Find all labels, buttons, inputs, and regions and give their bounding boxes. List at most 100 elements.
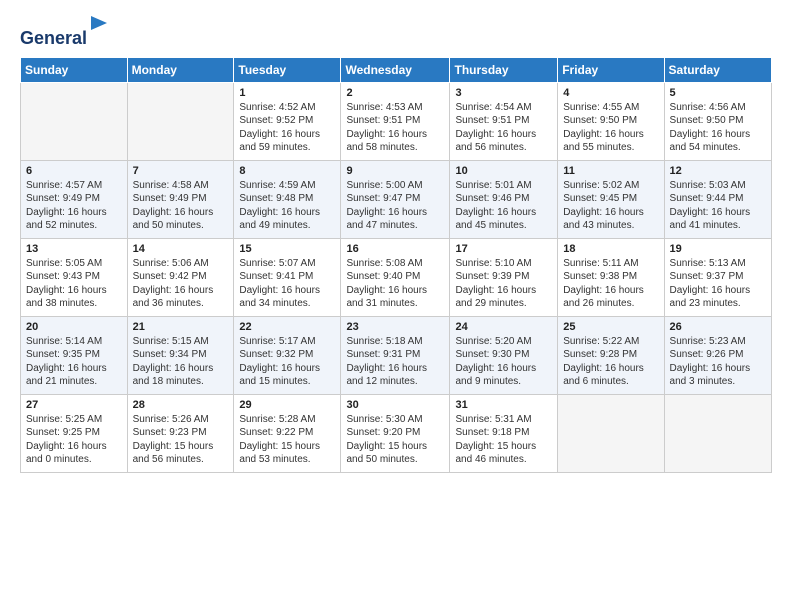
day-number: 5 [670,87,766,99]
day-number: 7 [133,165,229,177]
calendar-header-friday: Friday [558,57,664,82]
calendar-cell: 10Sunrise: 5:01 AM Sunset: 9:46 PM Dayli… [450,160,558,238]
day-info: Sunrise: 4:57 AM Sunset: 9:49 PM Dayligh… [26,179,122,233]
calendar-cell [21,82,128,160]
day-number: 22 [239,321,335,333]
day-info: Sunrise: 5:25 AM Sunset: 9:25 PM Dayligh… [26,413,122,467]
day-info: Sunrise: 5:01 AM Sunset: 9:46 PM Dayligh… [455,179,552,233]
calendar-header-saturday: Saturday [664,57,771,82]
calendar-cell: 4 Sunrise: 4:55 AM Sunset: 9:50 PM Daylig… [558,82,664,160]
day-number: 31 [455,399,552,411]
day-info: Sunrise: 5:08 AM Sunset: 9:40 PM Dayligh… [346,257,444,311]
logo: General [20,16,109,47]
calendar-cell [664,394,771,472]
calendar-cell: 19 Sunrise: 5:13 AM Sunset: 9:37 PM Dayli… [664,238,771,316]
day-number: 3 [455,87,552,99]
day-info: Sunrise: 5:26 AM Sunset: 9:23 PM Dayligh… [133,413,229,467]
calendar-cell: 7 Sunrise: 4:58 AM Sunset: 9:49 PM Daylig… [127,160,234,238]
day-info: Sunrise: 5:15 AM Sunset: 9:34 PM Dayligh… [133,335,229,389]
calendar-cell: 26Sunrise: 5:23 AM Sunset: 9:26 PM Dayli… [664,316,771,394]
header: General [20,16,772,47]
day-number: 9 [346,165,444,177]
day-number: 25 [563,321,658,333]
day-number: 12 [670,165,766,177]
calendar-cell: 5Sunrise: 4:56 AM Sunset: 9:50 PM Daylig… [664,82,771,160]
calendar-cell: 31 Sunrise: 5:31 AM Sunset: 9:18 PM Dayli… [450,394,558,472]
day-info: Sunrise: 5:14 AM Sunset: 9:35 PM Dayligh… [26,335,122,389]
day-number: 15 [239,243,335,255]
calendar-cell: 15 Sunrise: 5:07 AM Sunset: 9:41 PM Dayli… [234,238,341,316]
day-number: 17 [455,243,552,255]
calendar-week-row: 27 Sunrise: 5:25 AM Sunset: 9:25 PM Dayli… [21,394,772,472]
day-info: Sunrise: 5:07 AM Sunset: 9:41 PM Dayligh… [239,257,335,311]
calendar-header-thursday: Thursday [450,57,558,82]
calendar-cell [558,394,664,472]
calendar-header-monday: Monday [127,57,234,82]
day-number: 28 [133,399,229,411]
page: General SundayMondayTuesdayWednesdayThur… [0,0,792,612]
calendar-week-row: 13 Sunrise: 5:05 AM Sunset: 9:43 PM Dayli… [21,238,772,316]
calendar-cell [127,82,234,160]
calendar-header-wednesday: Wednesday [341,57,450,82]
logo-flag-icon [89,16,109,44]
day-info: Sunrise: 5:31 AM Sunset: 9:18 PM Dayligh… [455,413,552,467]
calendar-cell: 22Sunrise: 5:17 AM Sunset: 9:32 PM Dayli… [234,316,341,394]
calendar-cell: 13 Sunrise: 5:05 AM Sunset: 9:43 PM Dayli… [21,238,128,316]
day-info: Sunrise: 5:22 AM Sunset: 9:28 PM Dayligh… [563,335,658,389]
calendar-cell: 18 Sunrise: 5:11 AM Sunset: 9:38 PM Dayli… [558,238,664,316]
day-info: Sunrise: 5:05 AM Sunset: 9:43 PM Dayligh… [26,257,122,311]
day-number: 2 [346,87,444,99]
day-number: 19 [670,243,766,255]
day-info: Sunrise: 5:30 AM Sunset: 9:20 PM Dayligh… [346,413,444,467]
calendar-header-tuesday: Tuesday [234,57,341,82]
calendar-cell: 2 Sunrise: 4:53 AM Sunset: 9:51 PM Daylig… [341,82,450,160]
day-number: 14 [133,243,229,255]
calendar-cell: 1Sunrise: 4:52 AM Sunset: 9:52 PM Daylig… [234,82,341,160]
day-info: Sunrise: 4:58 AM Sunset: 9:49 PM Dayligh… [133,179,229,233]
calendar-cell: 6 Sunrise: 4:57 AM Sunset: 9:49 PM Daylig… [21,160,128,238]
day-number: 27 [26,399,122,411]
day-info: Sunrise: 5:03 AM Sunset: 9:44 PM Dayligh… [670,179,766,233]
day-info: Sunrise: 4:54 AM Sunset: 9:51 PM Dayligh… [455,101,552,155]
calendar-cell: 9 Sunrise: 5:00 AM Sunset: 9:47 PM Daylig… [341,160,450,238]
calendar-cell: 27 Sunrise: 5:25 AM Sunset: 9:25 PM Dayli… [21,394,128,472]
day-number: 18 [563,243,658,255]
day-number: 6 [26,165,122,177]
day-info: Sunrise: 4:53 AM Sunset: 9:51 PM Dayligh… [346,101,444,155]
day-number: 30 [346,399,444,411]
calendar-cell: 20Sunrise: 5:14 AM Sunset: 9:35 PM Dayli… [21,316,128,394]
calendar-header-sunday: Sunday [21,57,128,82]
day-number: 13 [26,243,122,255]
calendar-header-row: SundayMondayTuesdayWednesdayThursdayFrid… [21,57,772,82]
day-number: 4 [563,87,658,99]
calendar-week-row: 6 Sunrise: 4:57 AM Sunset: 9:49 PM Daylig… [21,160,772,238]
calendar-cell: 29 Sunrise: 5:28 AM Sunset: 9:22 PM Dayli… [234,394,341,472]
day-number: 16 [346,243,444,255]
calendar-week-row: 1Sunrise: 4:52 AM Sunset: 9:52 PM Daylig… [21,82,772,160]
day-info: Sunrise: 5:28 AM Sunset: 9:22 PM Dayligh… [239,413,335,467]
day-info: Sunrise: 4:52 AM Sunset: 9:52 PM Dayligh… [239,101,335,155]
calendar-cell: 25 Sunrise: 5:22 AM Sunset: 9:28 PM Dayli… [558,316,664,394]
calendar-cell: 21 Sunrise: 5:15 AM Sunset: 9:34 PM Dayli… [127,316,234,394]
day-info: Sunrise: 5:23 AM Sunset: 9:26 PM Dayligh… [670,335,766,389]
calendar-cell: 23Sunrise: 5:18 AM Sunset: 9:31 PM Dayli… [341,316,450,394]
day-number: 11 [563,165,658,177]
calendar-cell: 3 Sunrise: 4:54 AM Sunset: 9:51 PM Daylig… [450,82,558,160]
calendar-cell: 28 Sunrise: 5:26 AM Sunset: 9:23 PM Dayli… [127,394,234,472]
day-info: Sunrise: 5:10 AM Sunset: 9:39 PM Dayligh… [455,257,552,311]
day-number: 8 [239,165,335,177]
logo-text: General [20,16,109,49]
calendar-cell: 12 Sunrise: 5:03 AM Sunset: 9:44 PM Dayli… [664,160,771,238]
calendar-table: SundayMondayTuesdayWednesdayThursdayFrid… [20,57,772,473]
day-number: 21 [133,321,229,333]
calendar-cell: 11Sunrise: 5:02 AM Sunset: 9:45 PM Dayli… [558,160,664,238]
day-info: Sunrise: 4:55 AM Sunset: 9:50 PM Dayligh… [563,101,658,155]
day-number: 24 [455,321,552,333]
day-info: Sunrise: 5:00 AM Sunset: 9:47 PM Dayligh… [346,179,444,233]
calendar-cell: 24Sunrise: 5:20 AM Sunset: 9:30 PM Dayli… [450,316,558,394]
day-info: Sunrise: 4:59 AM Sunset: 9:48 PM Dayligh… [239,179,335,233]
day-number: 29 [239,399,335,411]
day-info: Sunrise: 5:13 AM Sunset: 9:37 PM Dayligh… [670,257,766,311]
day-info: Sunrise: 5:11 AM Sunset: 9:38 PM Dayligh… [563,257,658,311]
calendar-cell: 14Sunrise: 5:06 AM Sunset: 9:42 PM Dayli… [127,238,234,316]
